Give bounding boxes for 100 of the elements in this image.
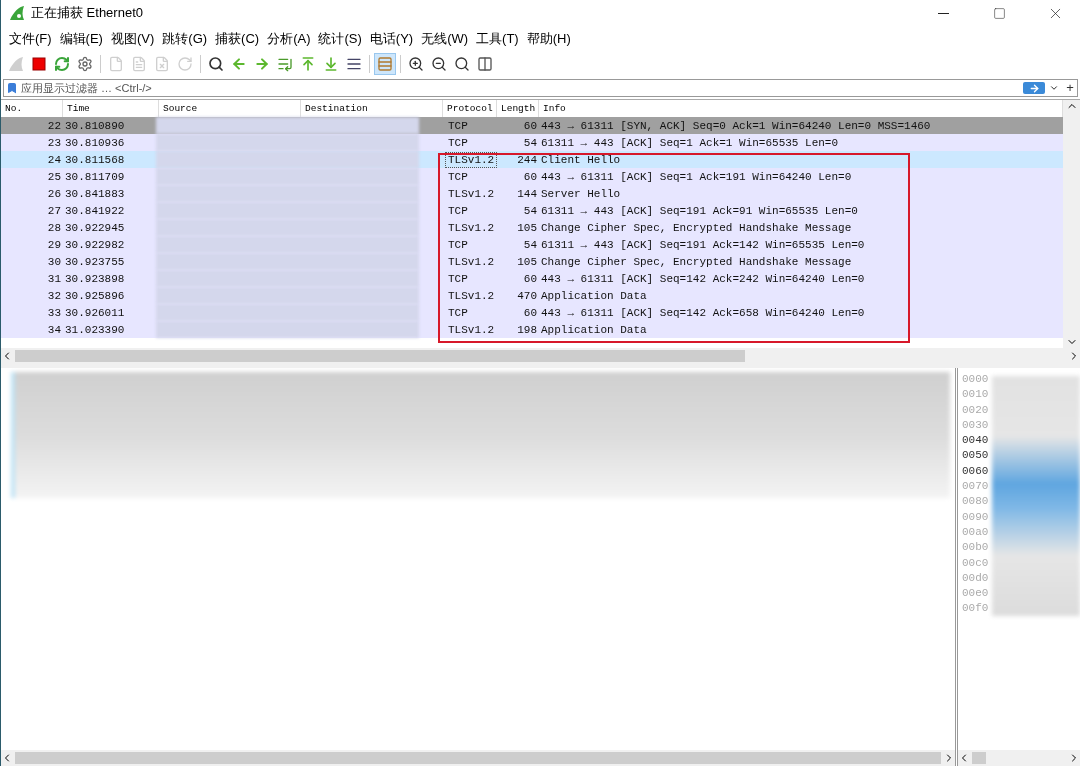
- table-cell-text: 30.841883: [64, 187, 126, 200]
- scrollbar-thumb[interactable]: [15, 752, 941, 764]
- magnifier-icon: [454, 56, 470, 72]
- minimize-icon: [937, 12, 949, 14]
- table-cell-text: 28: [46, 221, 62, 234]
- menu-item[interactable]: 跳转(G): [158, 30, 212, 48]
- maximize-icon: [992, 6, 1006, 20]
- table-cell-text: TCP: [447, 305, 469, 321]
- packet-row[interactable]: 25 30.811709 TCP 60 443 → 61311 [ACK] Seq=1 Ack=191 Win=64240 Len=0: [1, 168, 1063, 185]
- table-cell-text: 34: [46, 323, 62, 336]
- table-cell-text: 60: [522, 170, 538, 183]
- table-cell-text: 443 → 61311 [SYN, ACK] Seq=0 Ack=1 Win=64240 Len=0 MSS=1460: [540, 119, 932, 132]
- packet-row[interactable]: 26 30.841883 TLSv1.2 144 Server Hello: [1, 185, 1063, 202]
- table-cell-text: 31: [46, 272, 62, 285]
- menu-item[interactable]: 统计(S): [314, 30, 366, 48]
- right-arrow-icon: [1028, 82, 1040, 94]
- table-cell-text: 470: [516, 289, 538, 302]
- packet-row[interactable]: 34 31.023390 TLSv1.2 198 Application Data: [1, 321, 1063, 338]
- file-icon: [108, 56, 124, 72]
- packet-row[interactable]: 24 30.811568 TLSv1.2 244 Client Hello: [1, 151, 1063, 168]
- offset-label: 0050: [962, 448, 989, 464]
- scrollbar-thumb[interactable]: [15, 350, 745, 362]
- table-cell-text: Server Hello: [540, 187, 622, 200]
- menu-item[interactable]: 视图(V): [106, 30, 159, 48]
- packet-row[interactable]: 30 30.923755 TLSv1.2 105 Change Cipher Spec, Encrypted Handshake Message: [1, 253, 1063, 270]
- offset-label: 0090: [962, 509, 989, 525]
- table-cell-text: 32: [46, 289, 62, 302]
- table-cell-text: 30.922982: [64, 238, 126, 251]
- table-cell-text: 23: [46, 136, 62, 149]
- bookmark-icon: [6, 82, 18, 94]
- menu-item[interactable]: 捕获(C): [211, 30, 264, 48]
- table-cell-text: 30.811568: [64, 153, 126, 166]
- table-cell-text: 22: [46, 119, 62, 132]
- add-button[interactable]: +: [1063, 81, 1077, 95]
- horizontal-scrollbar[interactable]: [1, 348, 1080, 364]
- table-cell-text: 61311 → 443 [ACK] Seq=191 Ack=142 Win=65535 Len=0: [540, 238, 866, 251]
- table-cell-text: 61311 → 443 [ACK] Seq=1 Ack=1 Win=65535 Len=0: [540, 136, 840, 149]
- table-cell-text: 144: [516, 187, 538, 200]
- table-cell-text: 61311 → 443 [ACK] Seq=191 Ack=91 Win=65535 Len=0: [540, 204, 859, 217]
- up-arrow-icon: [300, 56, 316, 72]
- filter-field[interactable]: 应用显示过滤器 … <Ctrl-/> +: [3, 79, 1078, 97]
- table-cell-text: 60: [522, 119, 538, 132]
- table-cell-text: 60: [522, 306, 538, 319]
- offset-label: 0060: [962, 463, 989, 479]
- table-cell-text: TLSv1.2: [447, 322, 496, 338]
- table-cell-text: 30.925896: [64, 289, 126, 302]
- table-cell-text: 30.811709: [64, 170, 126, 183]
- table-cell-text: 30.926011: [64, 306, 126, 319]
- offset-label: 00e0: [962, 586, 989, 602]
- packet-row[interactable]: 32 30.925896 TLSv1.2 470 Application Data: [1, 287, 1063, 304]
- table-cell-text: 60: [522, 272, 538, 285]
- horizontal-scrollbar[interactable]: [958, 750, 1080, 766]
- table-cell-text: Change Cipher Spec, Encrypted Handshake Message: [540, 221, 853, 234]
- menu-item[interactable]: 工具(T): [472, 30, 523, 48]
- table-cell-text: TCP: [447, 118, 469, 134]
- table-cell-text: TCP: [447, 135, 469, 151]
- table-cell-text: 30: [46, 255, 62, 268]
- offset-label: 00c0: [962, 555, 989, 571]
- document-icon: [131, 56, 147, 72]
- packet-row[interactable]: 29 30.922982 TCP 54 61311 → 443 [ACK] Seq=191 Ack=142 Win=65535 Len=0: [1, 236, 1063, 253]
- table-cell-text: Change Cipher Spec, Encrypted Handshake Message: [540, 255, 853, 268]
- packet-row[interactable]: 31 30.923898 TCP 60 443 → 61311 [ACK] Seq=142 Ack=242 Win=64240 Len=0: [1, 270, 1063, 287]
- horizontal-scrollbar[interactable]: [1, 750, 955, 766]
- offset-label: 0040: [962, 433, 989, 449]
- table-cell-text: 105: [516, 221, 538, 234]
- packet-row[interactable]: 27 30.841922 TCP 54 61311 → 443 [ACK] Seq=191 Ack=91 Win=65535 Len=0: [1, 202, 1063, 219]
- table-cell-text: 27: [46, 204, 62, 217]
- table-cell-text: 30.841922: [64, 204, 126, 217]
- offset-label: 0080: [962, 494, 989, 510]
- menu-item[interactable]: 电话(Y): [365, 30, 418, 48]
- offset-label: 00b0: [962, 540, 989, 556]
- apply-button[interactable]: [1023, 82, 1045, 94]
- table-cell-text: 25: [46, 170, 62, 183]
- packet-row[interactable]: 33 30.926011 TCP 60 443 → 61311 [ACK] Seq=142 Ack=658 Win=64240 Len=0: [1, 304, 1063, 321]
- packet-row[interactable]: 22 30.810890 TCP 60 443 → 61311 [SYN, ACK] Seq=0 Ack=1 Win=64240 Len=0 MSS=1460: [1, 117, 1063, 134]
- table-cell-text: 29: [46, 238, 62, 251]
- packet-row[interactable]: 28 30.922945 TLSv1.2 105 Change Cipher Spec, Encrypted Handshake Message: [1, 219, 1063, 236]
- vertical-scrollbar[interactable]: [1063, 100, 1080, 348]
- menu-item[interactable]: 编辑(E): [55, 30, 107, 48]
- right-arrow-icon: [254, 56, 270, 72]
- table-cell-text: 54: [522, 136, 538, 149]
- menu-item[interactable]: 帮助(H): [522, 30, 575, 48]
- table-cell-text: 54: [522, 238, 538, 251]
- table-cell-text: 244: [516, 153, 538, 166]
- down-arrow-icon: [323, 56, 339, 72]
- offset-label: 0000: [962, 372, 989, 387]
- window-title: 正在捕获 Ethernet0: [31, 4, 144, 22]
- menu-item[interactable]: 无线(W): [417, 30, 473, 48]
- striped-list-icon: [377, 56, 393, 72]
- table-cell-text: TLSv1.2: [447, 288, 496, 304]
- gear-icon: [77, 56, 93, 72]
- packet-row[interactable]: 23 30.810936 TCP 54 61311 → 443 [ACK] Seq=1 Ack=1 Win=65535 Len=0: [1, 134, 1063, 151]
- menu-item[interactable]: 文件(F): [5, 30, 56, 48]
- shark-fin-icon: [8, 56, 24, 72]
- menu-item[interactable]: 分析(A): [263, 30, 315, 48]
- lines-icon: [346, 56, 362, 72]
- table-cell-text: 30.923755: [64, 255, 126, 268]
- scrollbar-thumb[interactable]: [972, 752, 986, 764]
- offset-label: 00d0: [962, 570, 989, 586]
- shark-fin-icon: [9, 5, 25, 21]
